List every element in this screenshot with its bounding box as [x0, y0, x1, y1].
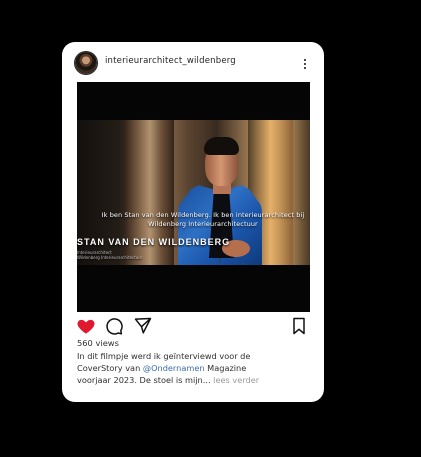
views-count: 560 views [77, 338, 119, 348]
caption-line-1: In dit filmpje werd ik geïnterviewd voor… [77, 351, 251, 361]
caption-line-3: voorjaar 2023. De stoel is mijn... lees … [77, 374, 297, 386]
menu-dot [304, 63, 306, 65]
caption-before-mention: CoverStory van [77, 363, 143, 373]
caption-truncated-text: voorjaar 2023. De stoel is mijn... [77, 375, 211, 385]
caption-line-2: CoverStory van @Ondernamen Magazine [77, 362, 297, 374]
post-actions [75, 314, 311, 338]
paper-plane-icon[interactable] [132, 316, 154, 336]
caption-mention-link[interactable]: @Ondernamen [143, 363, 205, 373]
username-link[interactable]: interieurarchitect_wildenberg [105, 56, 236, 66]
speaker-hair [204, 137, 239, 155]
video-lower-third-name: STAN VAN DEN WILDENBERG [77, 237, 231, 247]
caption-after-mention: Magazine [204, 363, 247, 373]
video-media[interactable]: Ik ben Stan van den Wildenberg. Ik ben i… [77, 82, 310, 312]
video-lower-third-role: Interieurarchitect Wildenberg Interieura… [77, 250, 143, 260]
heart-filled-icon[interactable] [75, 316, 97, 336]
video-subtitle: Ik ben Stan van den Wildenberg. Ik ben i… [101, 211, 305, 228]
instagram-post-card: interieurarchitect_wildenberg Ik ben Sta… [62, 42, 324, 402]
speech-bubble-icon[interactable] [103, 316, 125, 336]
vertical-ellipsis-icon[interactable] [301, 58, 309, 72]
bookmark-icon[interactable] [288, 316, 310, 336]
menu-dot [304, 67, 306, 69]
read-more-link[interactable]: lees verder [213, 375, 259, 385]
menu-dot [304, 59, 306, 61]
post-header: interieurarchitect_wildenberg [62, 42, 324, 82]
video-frame[interactable]: Ik ben Stan van den Wildenberg. Ik ben i… [77, 120, 310, 265]
profile-avatar-icon[interactable] [75, 52, 97, 74]
post-caption: In dit filmpje werd ik geïnterviewd voor… [77, 350, 297, 386]
